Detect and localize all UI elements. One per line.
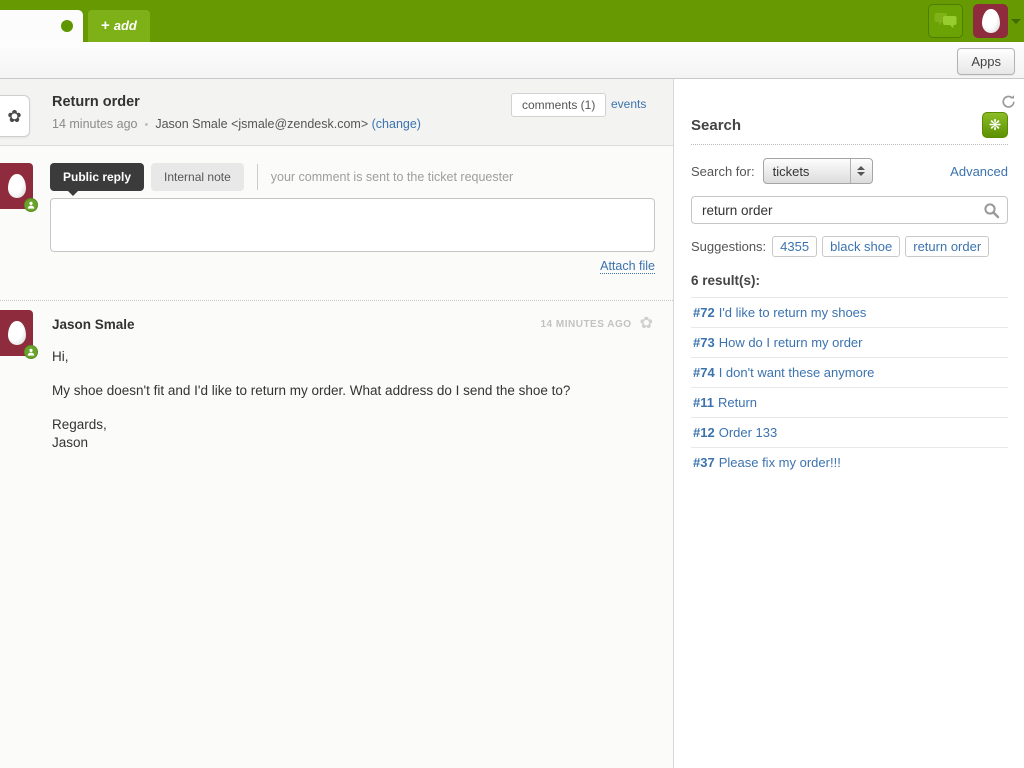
events-tab[interactable]: events (611, 97, 646, 111)
user-menu-caret-icon[interactable] (1011, 19, 1021, 24)
result-id: #11 (693, 395, 714, 410)
apps-button[interactable]: Apps (957, 48, 1015, 75)
result-title: Please fix my order!!! (719, 455, 841, 470)
search-for-row: Search for: tickets Advanced (691, 158, 1008, 184)
suggestions-label: Suggestions: (691, 239, 766, 254)
comment-body: Hi, My shoe doesn't fit and I'd like to r… (52, 348, 653, 452)
gear-icon: ✿ (7, 108, 21, 125)
ticket-time: 14 minutes ago (52, 117, 137, 131)
result-title: Order 133 (719, 425, 778, 440)
result-id: #72 (693, 305, 715, 320)
chat-bubbles-icon (934, 12, 957, 30)
comment-paragraph: My shoe doesn't fit and I'd like to retu… (52, 382, 653, 400)
suggestion-chip[interactable]: return order (905, 236, 989, 257)
search-app-title: Search (691, 117, 741, 134)
active-ticket-tab[interactable] (0, 10, 83, 42)
search-type-value: tickets (764, 164, 850, 179)
refresh-icon[interactable] (1001, 94, 1016, 114)
search-type-select[interactable]: tickets (763, 158, 873, 184)
presence-badge-icon (24, 198, 38, 212)
result-row[interactable]: #74 I don't want these anymore (691, 357, 1008, 387)
reply-hint: your comment is sent to the ticket reque… (271, 170, 513, 184)
result-title: I'd like to return my shoes (719, 305, 867, 320)
result-title: Return (718, 395, 757, 410)
comment-header: Jason Smale 14 MINUTES AGO ✿ (52, 310, 653, 332)
comment-separator (0, 300, 673, 301)
select-arrows-icon (850, 159, 872, 183)
ticket-requester: Jason Smale <jsmale@zendesk.com> (155, 117, 368, 131)
search-app-icon: ❋ (982, 112, 1008, 138)
result-row[interactable]: #37 Please fix my order!!! (691, 447, 1008, 477)
attach-file-link[interactable]: Attach file (600, 259, 655, 274)
presence-badge-icon (24, 345, 38, 359)
user-avatar-button[interactable] (973, 4, 1008, 38)
results-count: 6 result(s): (691, 273, 1008, 288)
add-tab-label: add (114, 18, 137, 33)
search-input[interactable] (691, 196, 1008, 224)
comment-paragraph: Hi, (52, 348, 653, 366)
ticket-settings-button[interactable]: ✿ (0, 95, 30, 137)
change-requester-link[interactable]: (change) (372, 117, 421, 131)
apps-sidebar: Search ❋ Search for: tickets Advanced Su… (675, 79, 1024, 768)
suggestion-chip[interactable]: black shoe (822, 236, 900, 257)
bullet-icon: • (144, 119, 148, 131)
search-for-label: Search for: (691, 164, 755, 179)
result-title: I don't want these anymore (719, 365, 875, 380)
ticket-pane: ✿ Return order 14 minutes ago • Jason Smal… (0, 79, 674, 768)
comment-timestamp: 14 MINUTES AGO (541, 319, 632, 330)
search-icon[interactable] (983, 202, 1000, 224)
comments-tab[interactable]: comments (1) (511, 93, 606, 117)
top-bar: + add (0, 0, 1024, 42)
reply-tabs: Public reply Internal note your comment … (50, 163, 673, 191)
advanced-search-link[interactable]: Advanced (950, 164, 1008, 179)
ticket-status-dot-icon (61, 20, 73, 32)
result-id: #12 (693, 425, 715, 440)
plus-icon: + (101, 17, 110, 34)
search-app-header: Search ❋ (691, 112, 1008, 145)
result-id: #37 (693, 455, 715, 470)
commenter-avatar (0, 310, 33, 356)
comment-item: Jason Smale 14 MINUTES AGO ✿ Hi, My shoe … (0, 310, 673, 452)
agent-avatar (0, 163, 33, 209)
result-id: #73 (693, 335, 715, 350)
ticket-header: ✿ Return order 14 minutes ago • Jason Smal… (0, 79, 673, 146)
suggestions-row: Suggestions: 4355black shoereturn order (691, 236, 1008, 257)
add-tab-button[interactable]: + add (88, 10, 150, 42)
ticket-title: Return order (52, 94, 140, 110)
result-row[interactable]: #11 Return (691, 387, 1008, 417)
comment-textarea[interactable] (50, 198, 655, 252)
ticket-meta: 14 minutes ago • Jason Smale <jsmale@zende… (52, 117, 421, 131)
result-row[interactable]: #12 Order 133 (691, 417, 1008, 447)
comment-author: Jason Smale (52, 317, 135, 332)
result-row[interactable]: #72 I'd like to return my shoes (691, 297, 1008, 327)
internal-note-tab[interactable]: Internal note (151, 163, 244, 191)
result-row[interactable]: #73 How do I return my order (691, 327, 1008, 357)
results-list: #72 I'd like to return my shoes #73 How do… (691, 297, 1008, 477)
secondary-toolbar: Apps (0, 42, 1024, 79)
reply-editor: Public reply Internal note your comment … (0, 163, 673, 275)
tab-divider (257, 164, 258, 190)
comment-paragraph: Regards, Jason (52, 416, 653, 452)
attach-row: Attach file (50, 257, 655, 275)
search-input-row (691, 196, 1008, 224)
egg-avatar-icon (982, 9, 1000, 33)
egg-avatar-icon (8, 174, 26, 198)
comment-actions-gear-icon[interactable]: ✿ (640, 316, 653, 332)
result-title: How do I return my order (719, 335, 863, 350)
egg-avatar-icon (8, 321, 26, 345)
public-reply-tab[interactable]: Public reply (50, 163, 144, 191)
result-id: #74 (693, 365, 715, 380)
chat-button[interactable] (928, 4, 963, 38)
suggestion-chip[interactable]: 4355 (772, 236, 817, 257)
